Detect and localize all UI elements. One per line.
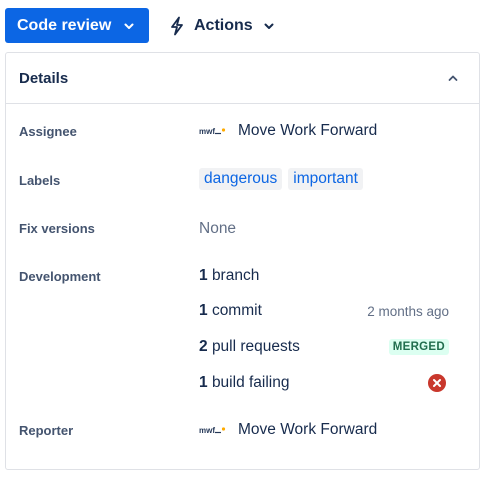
- development-label: Development: [19, 269, 101, 284]
- commit-time: 2 months ago: [367, 303, 449, 319]
- branch-count: 1: [199, 267, 208, 284]
- dev-commit[interactable]: 1 commit 2 months ago: [199, 302, 449, 320]
- dev-branch[interactable]: 1 branch: [199, 267, 449, 285]
- details-header[interactable]: Details: [6, 53, 479, 104]
- actions-label: Actions: [194, 16, 253, 34]
- reporter-name: Move Work Forward: [238, 421, 378, 438]
- label-tag[interactable]: important: [288, 168, 363, 190]
- dev-build[interactable]: 1 build failing: [199, 373, 449, 393]
- chevron-up-icon[interactable]: [447, 72, 459, 84]
- actions-button[interactable]: Actions: [169, 8, 275, 43]
- chevron-down-icon: [123, 20, 135, 32]
- fix-versions-value[interactable]: None: [199, 220, 236, 238]
- chevron-down-icon: [263, 20, 275, 32]
- status-label: Code review: [17, 16, 112, 34]
- error-icon: [427, 373, 447, 393]
- mwf-logo: mwf: [199, 424, 226, 436]
- details-title: Details: [19, 69, 69, 87]
- commit-text: commit: [211, 302, 262, 319]
- reporter-value[interactable]: mwf Move Work Forward: [199, 421, 377, 439]
- mwf-logo: mwf: [199, 125, 226, 137]
- lightning-icon: [169, 16, 185, 36]
- commit-count: 1: [199, 302, 208, 319]
- merged-status-badge: MERGED: [388, 339, 449, 355]
- status-button[interactable]: Code review: [5, 8, 149, 43]
- svg-text:mwf: mwf: [199, 426, 215, 435]
- assignee-value[interactable]: mwf Move Work Forward: [199, 122, 377, 140]
- dev-pull-requests[interactable]: 2 pull requests MERGED: [199, 338, 449, 356]
- details-panel: Details Assignee mwf Move Work Forward L…: [5, 52, 480, 470]
- svg-text:mwf: mwf: [199, 127, 215, 136]
- reporter-label: Reporter: [19, 423, 74, 438]
- label-tag[interactable]: dangerous: [199, 168, 283, 190]
- build-text: build failing: [211, 374, 290, 391]
- build-count: 1: [199, 374, 208, 391]
- pr-text: pull requests: [211, 338, 300, 355]
- labels-list: dangerous important: [199, 168, 363, 190]
- pr-count: 2: [199, 338, 208, 355]
- assignee-label: Assignee: [19, 124, 77, 139]
- assignee-name: Move Work Forward: [238, 122, 378, 139]
- branch-text: branch: [211, 267, 260, 284]
- issue-toolbar: Code review Actions: [5, 8, 275, 43]
- fix-versions-label: Fix versions: [19, 221, 95, 236]
- labels-label: Labels: [19, 173, 61, 188]
